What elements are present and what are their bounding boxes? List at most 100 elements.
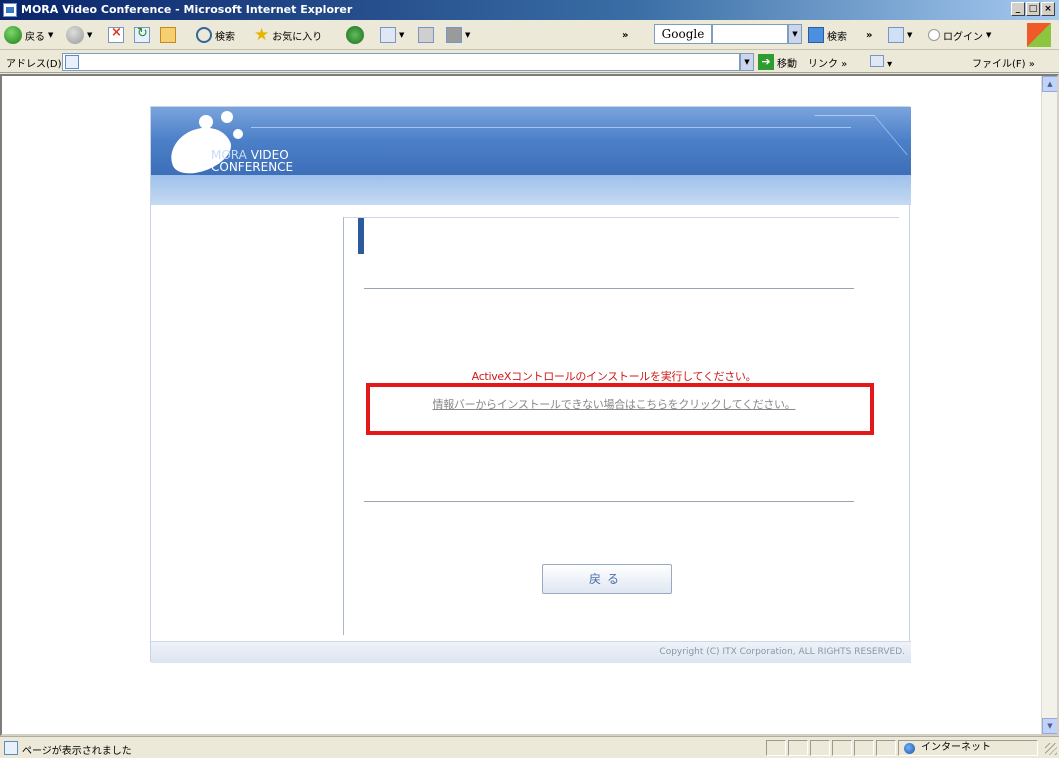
scroll-down-button[interactable]: ▼	[1042, 718, 1057, 734]
links-button[interactable]: リンク »	[808, 55, 847, 70]
divider	[364, 501, 854, 502]
logo-dot	[199, 115, 213, 129]
google-search-icon	[808, 27, 824, 43]
window-title: MORA Video Conference - Microsoft Intern…	[21, 3, 353, 16]
copyright-text: Copyright (C) ITX Corporation, ALL RIGHT…	[659, 647, 905, 657]
install-help-link[interactable]: 情報バーからインストールできない場合はこちらをクリックしてください。	[344, 396, 884, 412]
home-icon	[160, 27, 176, 43]
google-dropdown-arrow[interactable]: ▼	[788, 24, 802, 44]
install-instruction-text: ActiveXコントロールのインストールを実行してください。	[471, 370, 757, 383]
go-button[interactable]: ➔ 移動	[758, 54, 797, 70]
vertical-scrollbar[interactable]: ▲ ▼	[1041, 76, 1057, 734]
ie-page-icon	[3, 3, 17, 17]
printer-icon	[418, 27, 434, 43]
back-arrow-icon	[4, 26, 22, 44]
chevron-down-icon: ▼	[399, 31, 405, 39]
pen-button[interactable]: ▼	[888, 25, 912, 45]
logo-dot	[221, 111, 233, 123]
back-button[interactable]: 戻る ▼	[4, 25, 53, 45]
forward-button[interactable]: ▼	[66, 25, 92, 45]
web-page: MORA VIDEO CONFERENCE ActiveXコントロールのインスト…	[150, 106, 911, 663]
banner-line	[251, 127, 851, 128]
logo-text: MORA VIDEO CONFERENCE	[211, 149, 293, 173]
pen-icon	[888, 27, 904, 43]
security-zone: インターネット	[898, 740, 1038, 756]
scroll-up-button[interactable]: ▲	[1042, 76, 1057, 92]
login-icon	[928, 29, 940, 41]
forward-arrow-icon	[66, 26, 84, 44]
media-icon	[346, 26, 364, 44]
back-page-button[interactable]: 戻る	[542, 564, 672, 594]
address-bar: アドレス(D) ▼ ➔ 移動 リンク » ▾ ファイル(F) »	[0, 51, 1059, 73]
google-overflow-button[interactable]: »	[866, 25, 872, 45]
address-dropdown-arrow[interactable]: ▼	[740, 53, 754, 71]
maximize-button[interactable]: □	[1026, 2, 1040, 16]
print-button[interactable]	[418, 25, 434, 45]
google-search-button[interactable]: 検索	[808, 25, 847, 45]
stop-icon	[108, 25, 124, 43]
content-panel: ActiveXコントロールのインストールを実行してください。 情報バーからインス…	[343, 217, 899, 635]
chevron-down-icon: ▼	[87, 31, 93, 39]
refresh-button[interactable]	[134, 25, 150, 45]
favorites-label: お気に入り	[272, 31, 323, 43]
minimize-button[interactable]: _	[1011, 2, 1025, 16]
chevron-down-icon: ▼	[907, 31, 913, 39]
google-logo: Google	[654, 24, 712, 44]
google-search-label: 検索	[827, 31, 847, 43]
home-button[interactable]	[160, 25, 176, 45]
status-pane	[832, 740, 852, 756]
page-icon	[65, 55, 79, 69]
page-footer: Copyright (C) ITX Corporation, ALL RIGHT…	[151, 641, 911, 663]
search-icon	[196, 27, 212, 43]
browser-toolbar: 戻る ▼ ▼ 検索 ★ お気に入り ▼	[0, 20, 1059, 50]
address-label: アドレス(D)	[6, 59, 62, 70]
banner-arrow-decoration	[814, 115, 908, 155]
zone-label: インターネット	[921, 742, 991, 753]
close-button[interactable]: ×	[1041, 2, 1055, 16]
status-text: ページが表示されました	[22, 746, 132, 757]
status-pane	[788, 740, 808, 756]
toolbar-extra-button[interactable]: ▾	[870, 55, 892, 70]
back-label: 戻る	[25, 31, 45, 43]
file-menu[interactable]: ファイル(F) »	[972, 55, 1035, 70]
favorites-button[interactable]: ★ お気に入り	[254, 25, 322, 45]
edit-button[interactable]: ▼	[446, 25, 470, 45]
file-menu-label: ファイル(F)	[972, 59, 1026, 70]
status-bar: ページが表示されました インターネット	[0, 736, 1059, 758]
status-pane	[766, 740, 786, 756]
browser-window: MORA Video Conference - Microsoft Intern…	[0, 0, 1059, 758]
page-viewport: MORA VIDEO CONFERENCE ActiveXコントロールのインスト…	[0, 74, 1059, 736]
stop-button[interactable]	[108, 25, 124, 45]
header-banner: MORA VIDEO CONFERENCE	[151, 107, 911, 182]
divider	[364, 288, 854, 289]
address-input[interactable]	[62, 53, 740, 71]
edit-icon	[446, 27, 462, 43]
google-search-input[interactable]	[712, 24, 788, 44]
login-button[interactable]: ログイン ▼	[928, 25, 991, 45]
refresh-icon	[134, 26, 150, 43]
window-controls: _ □ ×	[1011, 2, 1055, 16]
links-label: リンク	[808, 59, 838, 70]
internet-globe-icon	[904, 743, 915, 754]
status-pane	[854, 740, 874, 756]
header-subband	[151, 175, 911, 205]
logo-word-conference: CONFERENCE	[211, 160, 294, 174]
go-arrow-icon: ➔	[758, 54, 774, 70]
section-marker	[358, 218, 364, 254]
page-done-icon	[4, 741, 18, 755]
search-label: 検索	[215, 31, 235, 43]
status-pane	[810, 740, 830, 756]
login-label: ログイン	[943, 31, 983, 43]
chevron-down-icon: ▼	[48, 31, 54, 39]
mail-button[interactable]: ▼	[380, 25, 404, 45]
windows-logo-icon	[1027, 23, 1051, 47]
chevron-down-icon: ▼	[465, 31, 471, 39]
status-pane	[876, 740, 896, 756]
title-bar: MORA Video Conference - Microsoft Intern…	[0, 0, 1059, 20]
search-button[interactable]: 検索	[196, 25, 235, 45]
resize-grip-icon[interactable]	[1045, 743, 1057, 755]
toolbar-extra-icon	[870, 55, 884, 67]
media-button[interactable]	[346, 25, 364, 45]
mail-icon	[380, 27, 396, 43]
toolbar-overflow-button[interactable]: »	[622, 25, 628, 45]
